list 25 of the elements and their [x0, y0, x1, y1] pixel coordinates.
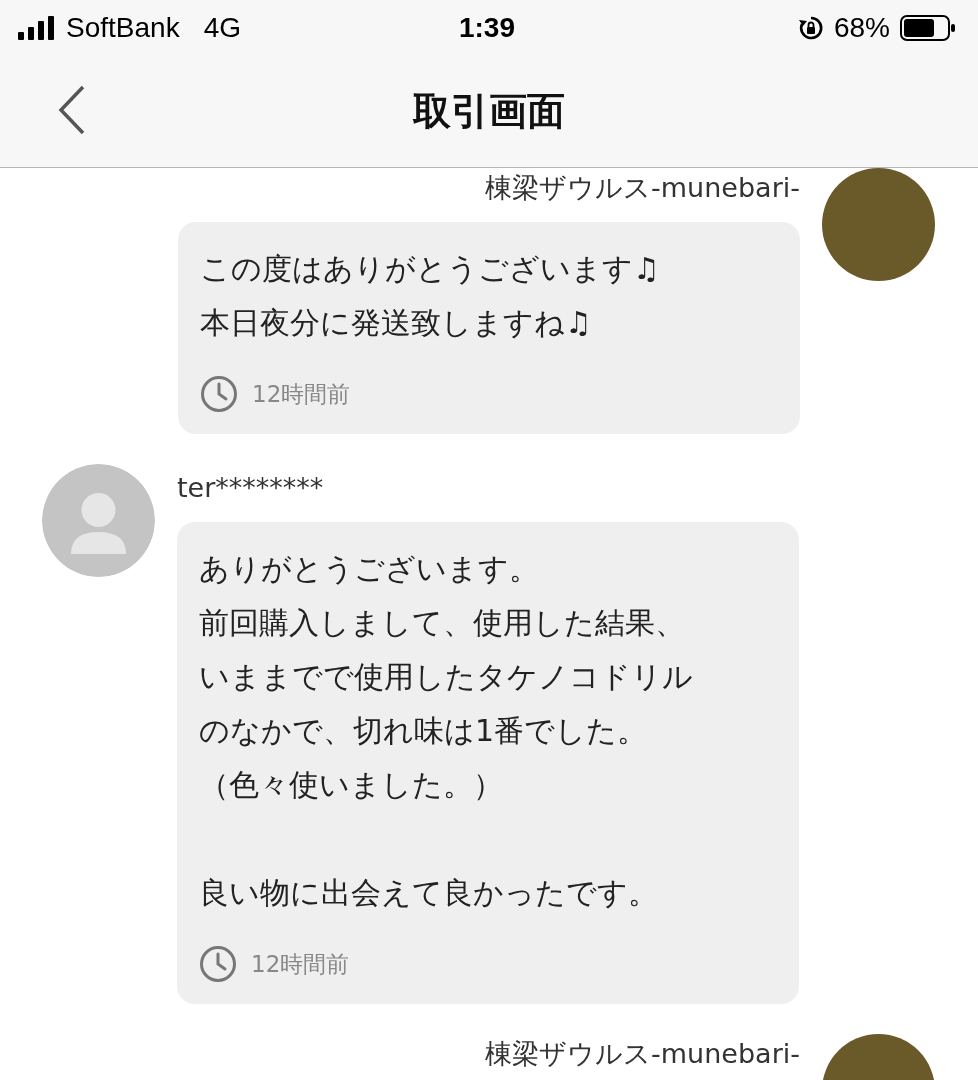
battery-percent: 68% [833, 11, 890, 44]
carrier-name: SoftBank [66, 11, 180, 44]
message-line: 前回購入しまして、使用した結果、 [199, 604, 686, 642]
message-line: ありがとうございます。 [199, 550, 540, 588]
message-line: のなかで、切れ味は1番でした。 [199, 712, 649, 750]
sender-name: 棟梁ザウルス-munebari- [484, 1037, 800, 1071]
signal-icon [18, 15, 56, 40]
message-line: 本日夜分に発送致しますね♫ [200, 304, 593, 342]
chevron-left-icon [58, 85, 86, 135]
message-line: いままでで使用したタケノコドリル [199, 658, 694, 696]
network-type: 4G [203, 11, 241, 44]
message-time: 12時間前 [251, 949, 350, 979]
clock-icon [200, 375, 238, 413]
message-time: 12時間前 [252, 379, 351, 409]
message-line: （色々使いました。） [199, 766, 504, 804]
battery-icon [900, 14, 956, 41]
sender-name: 棟梁ザウルス-munebari- [484, 171, 800, 205]
screen-title: 取引画面 [413, 87, 565, 135]
status-time: 1:39 [458, 11, 515, 44]
message-line: 良い物に出会えて良かったです。 [199, 874, 659, 912]
rotation-lock-icon [797, 14, 824, 41]
default-avatar-icon [42, 464, 155, 577]
clock-icon [199, 945, 237, 983]
sender-name: ter******** [177, 471, 325, 505]
message-line: この度はありがとうございます♫ [200, 250, 661, 288]
